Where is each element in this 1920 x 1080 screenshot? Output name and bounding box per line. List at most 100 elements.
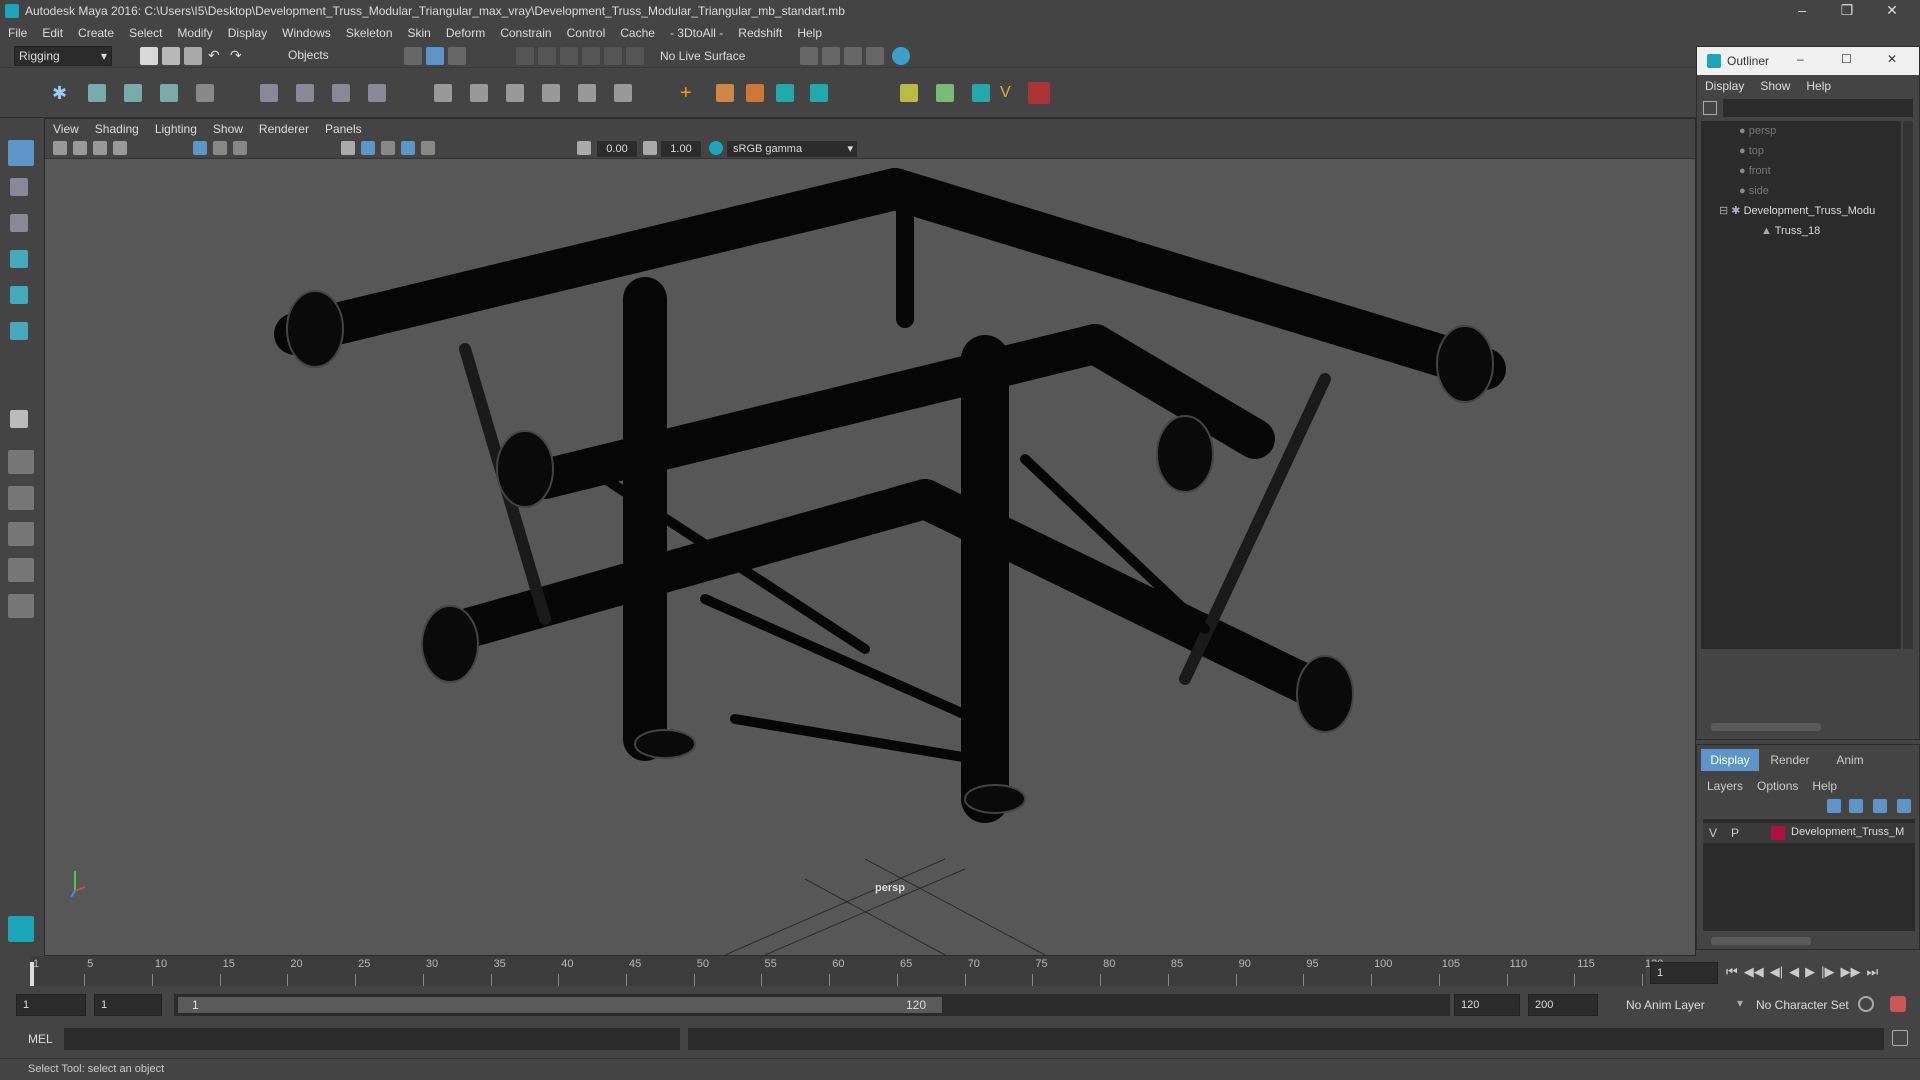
exposure-icon[interactable] (577, 141, 591, 155)
paint-weights-icon[interactable] (296, 84, 314, 102)
play-backward-icon[interactable]: ◀ (1789, 964, 1799, 980)
outliner-item-truss[interactable]: ▲ Truss_18 (1761, 221, 1820, 241)
menu-file[interactable]: File (8, 26, 27, 40)
ik-spline-icon[interactable] (124, 84, 142, 102)
menu-set-dropdown[interactable]: Rigging ▾ (14, 46, 112, 66)
paint-icon[interactable] (936, 84, 954, 102)
character-set-dropdown[interactable]: No Character Set (1756, 998, 1849, 1012)
snap-vertex-icon[interactable] (626, 47, 644, 65)
cluster-icon[interactable] (368, 84, 386, 102)
filter-icon[interactable] (1703, 101, 1717, 115)
persp-graph-icon[interactable] (8, 522, 34, 546)
menu-deform[interactable]: Deform (446, 26, 485, 40)
select-hierarchy-icon[interactable] (404, 47, 422, 65)
maya-tool-3-icon[interactable] (972, 84, 990, 102)
scale-tool-icon[interactable] (10, 322, 28, 340)
lattice-icon[interactable] (332, 84, 350, 102)
playback-end-field[interactable]: 120 (1454, 994, 1520, 1016)
step-back-key-icon[interactable]: ◀◀ (1744, 964, 1764, 980)
anim-layer-dropdown[interactable]: No Anim Layer (1626, 998, 1705, 1012)
resolution-gate-icon[interactable] (233, 141, 247, 155)
script-editor-icon[interactable] (1892, 1030, 1908, 1046)
chevron-down-icon[interactable]: ▾ (1737, 996, 1743, 1010)
film-gate-icon[interactable] (213, 141, 227, 155)
wireframe-icon[interactable] (341, 141, 355, 155)
menu-cache[interactable]: Cache (620, 26, 655, 40)
save-scene-icon[interactable] (184, 47, 202, 65)
xray-icon[interactable] (401, 141, 415, 155)
orient-constraint-icon[interactable] (506, 84, 524, 102)
outliner-item-side[interactable]: ● side (1739, 181, 1769, 201)
maya-tool-2-icon[interactable] (810, 84, 828, 102)
image-plane-icon[interactable] (113, 141, 127, 155)
panel-menu-shading[interactable]: Shading (95, 122, 139, 136)
grid-toggle-icon[interactable] (193, 141, 207, 155)
snap-view-icon[interactable] (582, 47, 600, 65)
ipr-render-icon[interactable] (822, 47, 840, 65)
close-button[interactable]: ✕ (1870, 0, 1914, 22)
menu-3dtoall[interactable]: - 3DtoAll - (670, 26, 723, 40)
outliner-item-top[interactable]: ● top (1739, 141, 1764, 161)
layer-menu-help[interactable]: Help (1812, 779, 1837, 793)
end-time-field[interactable]: 200 (1528, 994, 1598, 1016)
panel-menu-view[interactable]: View (53, 122, 79, 136)
render-frame-icon[interactable] (800, 47, 818, 65)
panel-menu-panels[interactable]: Panels (325, 122, 362, 136)
redshift-icon[interactable] (1028, 82, 1050, 104)
single-perspective-icon[interactable] (10, 410, 28, 428)
current-time-indicator[interactable] (30, 962, 34, 986)
select-component-icon[interactable] (448, 47, 466, 65)
layer-hscrollbar[interactable] (1711, 937, 1811, 945)
color-space-dropdown[interactable]: sRGB gamma ▾ (727, 141, 857, 157)
time-slider[interactable]: 1 5 10 15 20 25 30 35 40 45 50 55 60 65 70 75 80 85 90 95 10… (0, 956, 1920, 990)
command-input[interactable] (64, 1028, 680, 1050)
outliner-menu-display[interactable]: Display (1705, 79, 1744, 93)
restore-button[interactable]: ❐ (1825, 0, 1869, 22)
menu-skeleton[interactable]: Skeleton (346, 26, 393, 40)
menu-skin[interactable]: Skin (408, 26, 431, 40)
outliner-maximize-button[interactable]: ☐ (1841, 52, 1852, 66)
ik-fk-icon[interactable]: V (1000, 84, 1018, 102)
textured-icon[interactable] (381, 141, 395, 155)
menu-modify[interactable]: Modify (177, 26, 212, 40)
exposure-field[interactable]: 0.00 (597, 141, 637, 157)
point-constraint-icon[interactable] (434, 84, 452, 102)
bookmark-icon[interactable] (93, 141, 107, 155)
smooth-shade-icon[interactable] (361, 141, 375, 155)
new-layer-selected-icon[interactable] (1897, 799, 1911, 813)
collapse-icon[interactable]: ⊟ (1719, 205, 1728, 217)
layer-visibility-toggle[interactable]: V (1709, 826, 1717, 840)
menu-windows[interactable]: Windows (282, 26, 331, 40)
menu-constrain[interactable]: Constrain (500, 26, 551, 40)
rotate-tool-icon[interactable] (10, 286, 28, 304)
range-slider-handle[interactable]: 1 120 (178, 997, 942, 1013)
hypershade-icon[interactable] (866, 47, 884, 65)
locator-icon[interactable]: + (680, 83, 698, 103)
minimize-button[interactable]: – (1780, 0, 1824, 22)
insert-joint-icon[interactable] (160, 84, 178, 102)
menu-help[interactable]: Help (797, 26, 822, 40)
lasso-tool-icon[interactable] (10, 178, 28, 196)
range-slider[interactable]: 1 120 (174, 994, 1450, 1016)
layer-playback-toggle[interactable]: P (1731, 826, 1739, 840)
live-surface-label[interactable]: No Live Surface (660, 49, 745, 63)
3d-viewport[interactable]: persp (45, 159, 1695, 955)
layer-row[interactable]: V P Development_Truss_M (1703, 823, 1915, 843)
hik-icon[interactable] (716, 84, 734, 102)
step-forward-frame-icon[interactable]: |▶ (1821, 964, 1834, 980)
tab-render[interactable]: Render (1761, 749, 1819, 771)
step-forward-key-icon[interactable]: ▶▶ (1840, 964, 1860, 980)
current-frame-field[interactable]: 1 (1650, 962, 1718, 984)
new-scene-icon[interactable] (140, 47, 158, 65)
persp-hypershade-icon[interactable] (8, 558, 34, 582)
gamma-icon[interactable] (643, 141, 657, 155)
render-view-icon[interactable] (892, 47, 910, 65)
outliner-item-front[interactable]: ● front (1739, 161, 1771, 181)
snap-point-icon[interactable] (560, 47, 578, 65)
preferences-icon[interactable] (1890, 996, 1906, 1012)
outliner-minimize-button[interactable]: – (1797, 52, 1804, 66)
outliner-close-button[interactable]: ✕ (1887, 52, 1897, 66)
layer-menu-options[interactable]: Options (1757, 779, 1798, 793)
auto-key-icon[interactable] (1858, 996, 1874, 1012)
layout-icon[interactable] (8, 594, 34, 618)
